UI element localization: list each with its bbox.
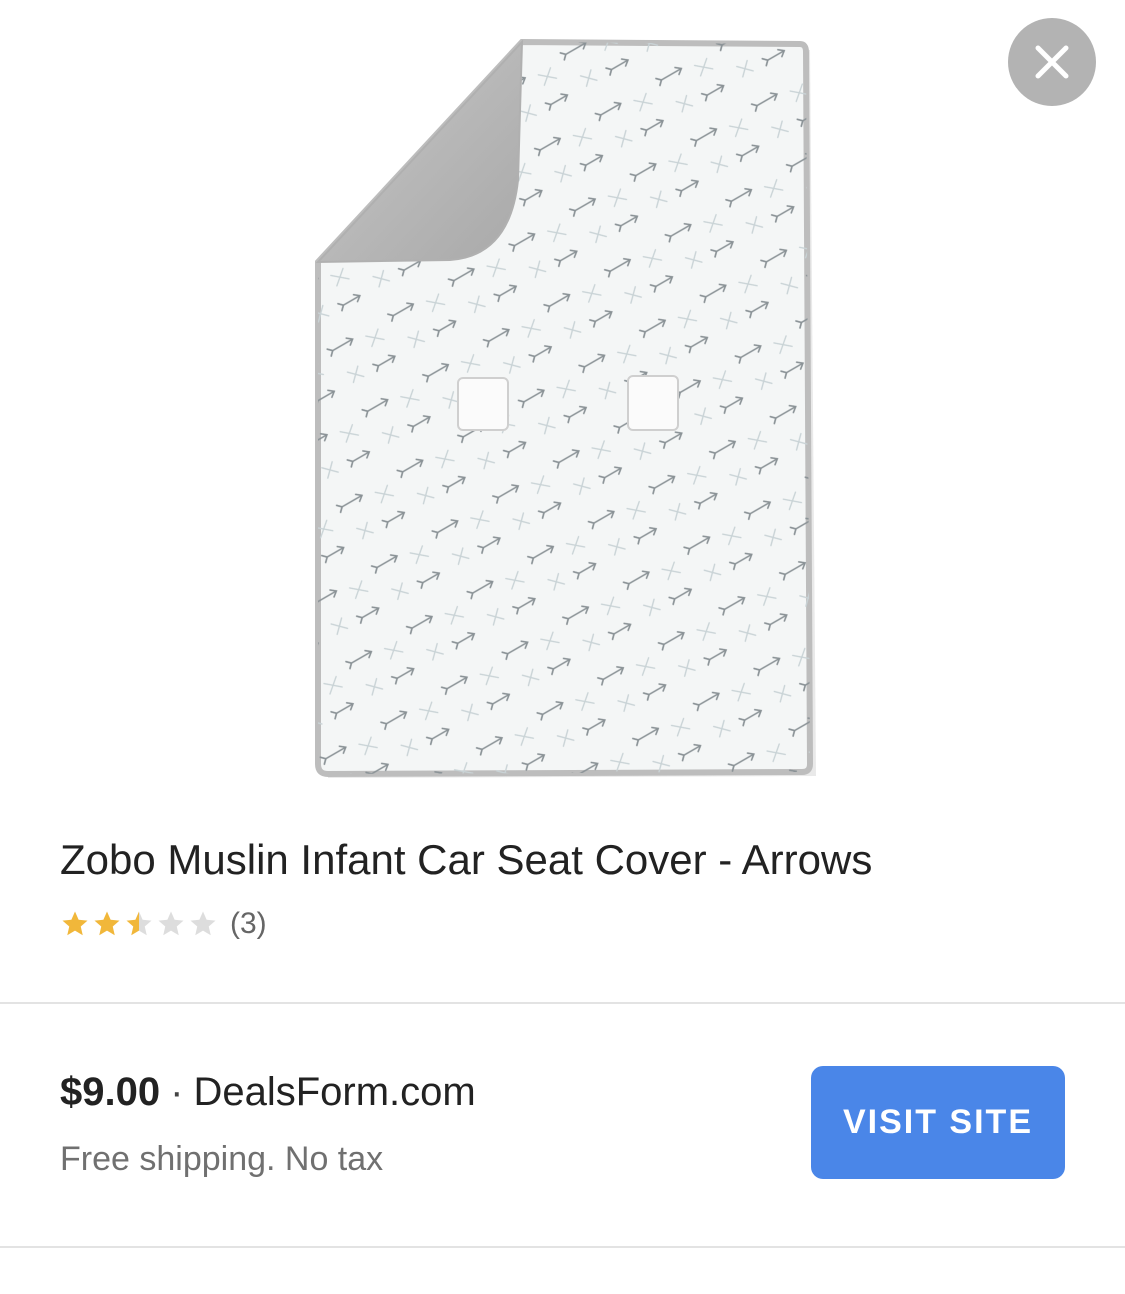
star-icon xyxy=(158,911,184,936)
star-icon xyxy=(190,911,216,936)
close-button[interactable] xyxy=(1008,18,1096,106)
star-icon xyxy=(126,911,152,936)
star-icon xyxy=(94,911,120,936)
star-icon xyxy=(62,911,88,936)
price: $9.00 xyxy=(60,1070,161,1114)
price-line: $9.00 · DealsForm.com xyxy=(60,1070,476,1115)
divider xyxy=(0,1002,1125,1004)
shipping-info: Free shipping. No tax xyxy=(60,1140,384,1178)
star-rating xyxy=(60,909,220,939)
product-image xyxy=(315,38,816,778)
visit-site-button[interactable]: VISIT SITE xyxy=(811,1066,1065,1179)
rating: (3) xyxy=(60,902,267,946)
product-title[interactable]: Zobo Muslin Infant Car Seat Cover - Arro… xyxy=(60,836,872,884)
review-count: (3) xyxy=(230,907,267,940)
close-icon xyxy=(1035,45,1069,79)
separator: · xyxy=(170,1070,184,1114)
divider xyxy=(0,1246,1125,1248)
seller-name: DealsForm.com xyxy=(193,1070,476,1114)
